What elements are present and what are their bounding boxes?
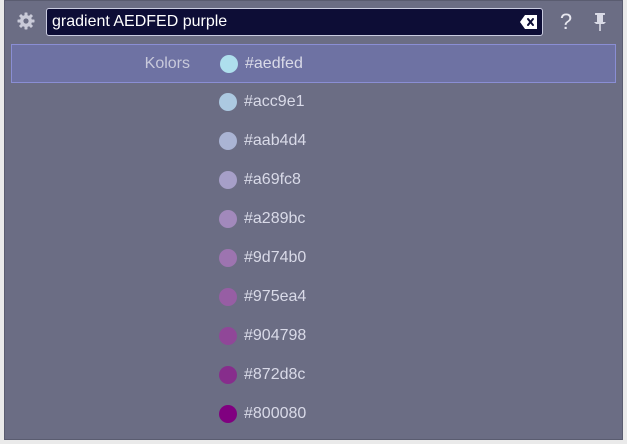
result-row[interactable]: Kolors #aedfed — [11, 44, 616, 83]
result-row[interactable]: #aab4d4 — [11, 122, 616, 161]
backspace-clear-icon[interactable] — [520, 14, 538, 30]
color-hex-value: #872d8c — [244, 366, 306, 383]
color-swatch — [219, 132, 237, 150]
result-row[interactable]: #800080 — [11, 395, 616, 434]
color-hex-value: #a69fc8 — [244, 171, 301, 188]
result-row[interactable]: #9d74b0 — [11, 239, 616, 278]
result-source-label: Kolors — [144, 55, 190, 72]
color-swatch — [220, 55, 238, 73]
result-row[interactable]: #975ea4 — [11, 278, 616, 317]
color-swatch — [219, 327, 237, 345]
color-hex-value: #975ea4 — [244, 288, 307, 305]
color-hex-value: #9d74b0 — [244, 249, 307, 266]
color-swatch — [219, 171, 237, 189]
color-hex-value: #904798 — [244, 327, 307, 344]
color-swatch — [219, 366, 237, 384]
result-row[interactable]: #a69fc8 — [11, 161, 616, 200]
color-hex-value: #800080 — [244, 405, 307, 422]
color-hex-value: #acc9e1 — [244, 93, 305, 110]
result-row[interactable]: #872d8c — [11, 356, 616, 395]
pin-icon[interactable] — [591, 12, 609, 32]
color-hex-value: #aab4d4 — [244, 132, 307, 149]
result-row[interactable]: #acc9e1 — [11, 83, 616, 122]
top-bar: ? — [4, 0, 623, 44]
help-button[interactable]: ? — [555, 8, 577, 36]
color-swatch — [219, 405, 237, 423]
color-swatch — [219, 93, 237, 111]
results-list: Kolors #aedfed #acc9e1 #aab4d4 #a69fc8 #a289b… — [11, 44, 616, 434]
color-swatch — [219, 288, 237, 306]
result-row[interactable]: #a289bc — [11, 200, 616, 239]
gear-icon[interactable] — [16, 11, 36, 31]
color-hex-value: #a289bc — [244, 210, 306, 227]
search-input[interactable] — [47, 9, 512, 35]
color-hex-value: #aedfed — [245, 55, 303, 72]
color-swatch — [219, 249, 237, 267]
search-box[interactable] — [46, 8, 543, 36]
launcher-window: ? Kolors #aedfed #acc9e1 #aab4d4 #a69fc8 #a28… — [4, 0, 623, 440]
result-row[interactable]: #904798 — [11, 317, 616, 356]
color-swatch — [219, 210, 237, 228]
